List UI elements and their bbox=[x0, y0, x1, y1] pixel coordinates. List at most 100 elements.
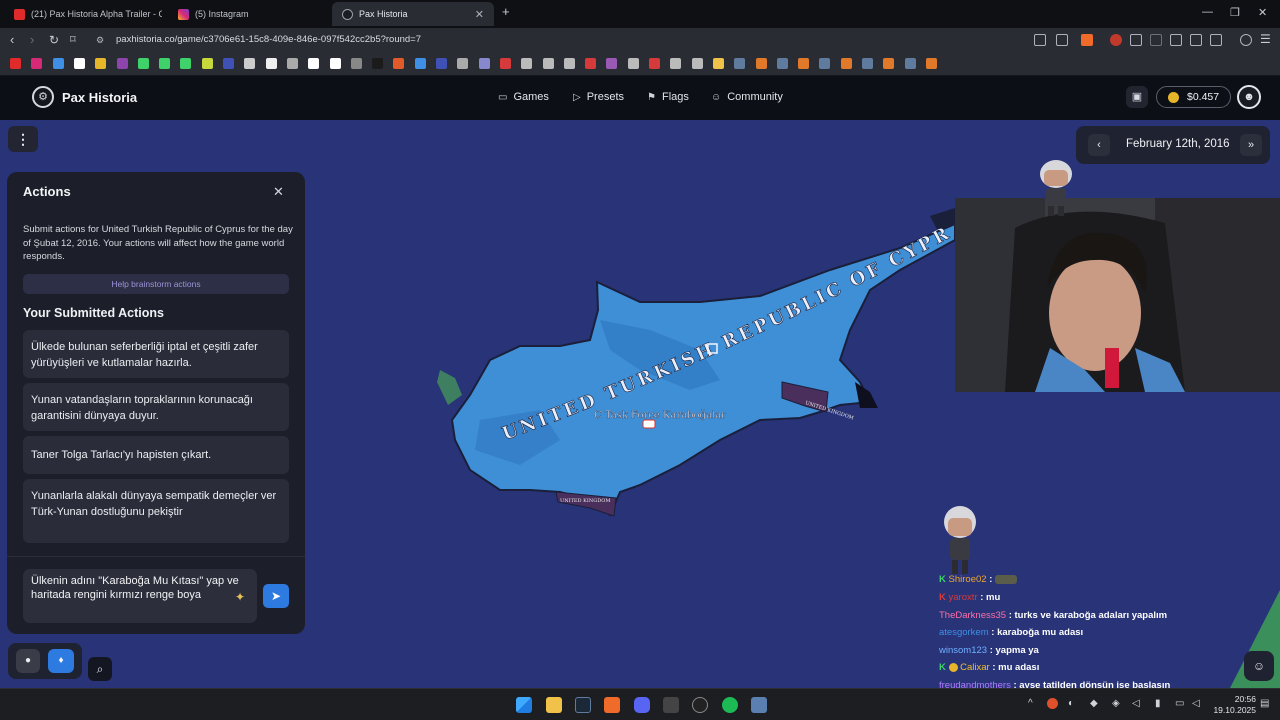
brand-name[interactable]: Pax Historia bbox=[62, 90, 137, 105]
bookmark-favicon-icon[interactable] bbox=[95, 58, 107, 69]
tray-app-icon[interactable] bbox=[1047, 698, 1058, 709]
minimize-icon[interactable]: — bbox=[1202, 6, 1213, 18]
bookmark-favicon-icon[interactable] bbox=[286, 58, 298, 69]
send-button[interactable]: ➤ bbox=[263, 584, 289, 608]
menu-icon[interactable]: ☰ bbox=[1260, 31, 1271, 47]
actions-toggle-icon[interactable]: ♦ bbox=[48, 649, 74, 673]
tray-app-icon[interactable]: ◐ bbox=[1068, 698, 1074, 709]
bookmark-favicon-icon[interactable] bbox=[436, 58, 447, 69]
nav-flags[interactable]: ⚑ Flags bbox=[647, 91, 689, 103]
tray-app-icon[interactable]: ◆ bbox=[1090, 698, 1098, 709]
app-icon[interactable] bbox=[663, 697, 679, 713]
bookmark-favicon-icon[interactable] bbox=[563, 58, 575, 69]
share-icon[interactable] bbox=[1056, 34, 1068, 46]
microphone-icon[interactable]: ▮ bbox=[1155, 698, 1161, 709]
players-icon[interactable]: ☺ bbox=[1244, 651, 1274, 681]
bookmark-favicon-icon[interactable] bbox=[670, 58, 682, 69]
previous-date-button[interactable]: ‹ bbox=[1088, 134, 1110, 156]
bookmark-favicon-icon[interactable] bbox=[862, 58, 873, 69]
bookmark-favicon-icon[interactable] bbox=[840, 58, 852, 69]
bookmark-favicon-icon[interactable] bbox=[712, 58, 724, 69]
action-input[interactable]: Ülkenin adını "Karaboğa Mu Kıtası" yap v… bbox=[23, 569, 257, 623]
bookmark-favicon-icon[interactable] bbox=[585, 58, 597, 69]
screen-cast-icon[interactable] bbox=[1034, 34, 1046, 46]
bookmark-favicon-icon[interactable] bbox=[201, 58, 213, 69]
bookmark-favicon-icon[interactable] bbox=[904, 58, 916, 69]
brave-icon[interactable] bbox=[604, 697, 620, 713]
bookmark-favicon-icon[interactable] bbox=[159, 58, 171, 69]
speaker-icon[interactable]: ◁ bbox=[1192, 698, 1200, 709]
bookmark-favicon-icon[interactable] bbox=[308, 58, 320, 69]
volume-icon[interactable]: ◁ bbox=[1132, 698, 1140, 709]
discord-icon[interactable] bbox=[634, 697, 650, 713]
show-hidden-icons-icon[interactable]: ^ bbox=[1028, 698, 1033, 709]
user-avatar[interactable]: ☻ bbox=[1237, 85, 1261, 109]
bookmark-favicon-icon[interactable] bbox=[925, 58, 937, 69]
chat-icon[interactable]: ● bbox=[16, 649, 40, 673]
extension-icon[interactable] bbox=[1170, 34, 1182, 46]
tray-app-icon[interactable]: ◈ bbox=[1112, 698, 1120, 709]
unit-label[interactable]: C Task Force Karaboğalar bbox=[594, 410, 726, 421]
bookmark-icon[interactable]: ⌑ bbox=[70, 32, 76, 48]
tab-pax-historia[interactable]: Pax Historia ✕ bbox=[332, 2, 494, 26]
bookmark-favicon-icon[interactable] bbox=[627, 58, 639, 69]
bookmark-favicon-icon[interactable] bbox=[776, 58, 788, 69]
nav-games[interactable]: ▭ Games bbox=[498, 91, 549, 103]
bookmark-favicon-icon[interactable] bbox=[457, 58, 469, 69]
bookmark-favicon-icon[interactable] bbox=[734, 58, 746, 69]
bookmark-favicon-icon[interactable] bbox=[691, 58, 703, 69]
app-icon[interactable] bbox=[751, 697, 767, 713]
bookmark-favicon-icon[interactable] bbox=[223, 58, 234, 69]
nav-community[interactable]: ☺ Community bbox=[711, 91, 783, 103]
maximize-icon[interactable]: ❐ bbox=[1230, 6, 1240, 19]
system-clock[interactable]: 20:56 19.10.2025 bbox=[1212, 694, 1256, 716]
extension-icon[interactable] bbox=[1150, 34, 1162, 46]
bookmark-favicon-icon[interactable] bbox=[542, 58, 554, 69]
nav-presets[interactable]: ▷ Presets bbox=[573, 91, 624, 103]
address-bar[interactable]: ⚙ paxhistoria.co/game/c3706e61-15c8-409e… bbox=[88, 31, 1028, 49]
search-icon[interactable]: ⌕ bbox=[88, 657, 112, 681]
close-tab-icon[interactable]: ✕ bbox=[475, 8, 484, 21]
unit-flag-icon[interactable] bbox=[642, 419, 656, 429]
bookmark-favicon-icon[interactable] bbox=[329, 58, 341, 69]
site-info-icon[interactable]: ⚙ bbox=[96, 31, 104, 49]
bookmark-favicon-icon[interactable] bbox=[244, 58, 256, 69]
bookmark-favicon-icon[interactable] bbox=[755, 58, 767, 69]
extension-icon[interactable] bbox=[1110, 34, 1122, 46]
sidebar-icon[interactable] bbox=[1210, 34, 1222, 46]
close-icon[interactable]: ✕ bbox=[273, 184, 284, 200]
bookmark-favicon-icon[interactable] bbox=[606, 58, 618, 69]
bookmark-favicon-icon[interactable] bbox=[372, 58, 384, 69]
bookmark-favicon-icon[interactable] bbox=[350, 58, 362, 69]
gift-icon[interactable]: ▣ bbox=[1126, 86, 1148, 108]
bookmark-favicon-icon[interactable] bbox=[393, 58, 405, 69]
brave-shields-icon[interactable] bbox=[1081, 34, 1093, 46]
sparkle-icon[interactable]: ✦ bbox=[235, 590, 245, 604]
bookmark-favicon-icon[interactable] bbox=[649, 58, 660, 69]
bookmark-favicon-icon[interactable] bbox=[265, 58, 277, 69]
tab-youtube[interactable]: (21) Pax Historia Alpha Trailer - Offici bbox=[4, 2, 162, 26]
reload-icon[interactable]: ↻ bbox=[49, 32, 59, 48]
bookmark-favicon-icon[interactable] bbox=[414, 58, 426, 69]
windows-start-icon[interactable] bbox=[516, 697, 532, 713]
bookmark-favicon-icon[interactable] bbox=[478, 58, 490, 69]
puzzle-icon[interactable] bbox=[1190, 34, 1202, 46]
forward-icon[interactable]: › bbox=[30, 32, 34, 48]
bookmark-favicon-icon[interactable] bbox=[52, 58, 64, 69]
network-icon[interactable]: ▭ bbox=[1175, 698, 1184, 709]
music-icon[interactable] bbox=[1240, 34, 1252, 46]
tab-instagram[interactable]: (5) Instagram bbox=[168, 2, 328, 26]
bookmark-favicon-icon[interactable] bbox=[521, 58, 533, 69]
extension-icon[interactable] bbox=[1130, 34, 1142, 46]
steam-icon[interactable] bbox=[575, 697, 591, 713]
bookmark-favicon-icon[interactable] bbox=[798, 58, 810, 69]
bookmark-favicon-icon[interactable] bbox=[10, 58, 21, 69]
advance-date-button[interactable]: » bbox=[1240, 134, 1262, 156]
balance-button[interactable]: $0.457 bbox=[1156, 86, 1231, 108]
back-icon[interactable]: ‹ bbox=[10, 32, 14, 48]
bookmark-favicon-icon[interactable] bbox=[499, 58, 511, 69]
window-close-icon[interactable]: ✕ bbox=[1258, 6, 1267, 19]
obs-icon[interactable] bbox=[692, 697, 708, 713]
bookmark-favicon-icon[interactable] bbox=[73, 58, 85, 69]
bookmark-favicon-icon[interactable] bbox=[819, 58, 831, 69]
